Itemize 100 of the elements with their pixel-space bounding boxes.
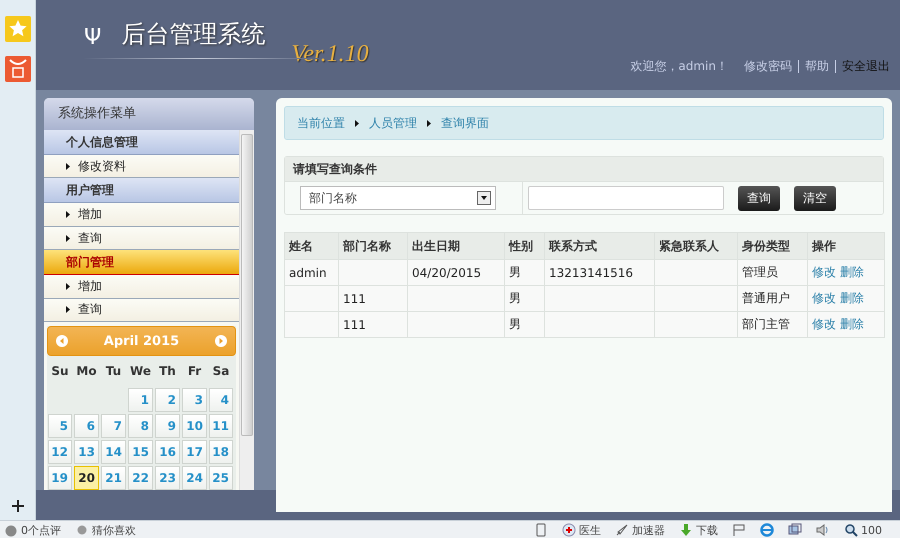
column-header: 姓名: [284, 232, 338, 260]
table-cell: 111: [338, 312, 408, 338]
triangle-icon: [66, 234, 70, 242]
table-cell: 普通用户: [738, 286, 808, 312]
table-cell: [338, 260, 408, 286]
search-field[interactable]: [528, 186, 724, 210]
triangle-icon: [66, 162, 70, 170]
status-label[interactable]: 100: [861, 524, 882, 536]
table-cell: 男: [504, 286, 544, 312]
column-header: 操作: [808, 232, 884, 260]
action-link[interactable]: 删除: [840, 265, 864, 279]
speaker-icon[interactable]: [816, 523, 830, 537]
zoom-icon[interactable]: [844, 523, 858, 537]
table-cell: [284, 312, 338, 338]
calendar-day[interactable]: 10: [182, 414, 207, 438]
menu-group[interactable]: 用户管理: [44, 178, 239, 204]
table-cell: 男: [504, 260, 544, 286]
calendar-day[interactable]: 21: [101, 466, 126, 490]
status-label[interactable]: 猜你喜欢: [92, 522, 136, 538]
weekday-label: Tu: [104, 363, 122, 380]
status-label[interactable]: 加速器: [632, 522, 665, 538]
action-link[interactable]: 删除: [840, 317, 864, 331]
header-link[interactable]: 帮助: [805, 58, 829, 75]
calendar-day[interactable]: 4: [209, 388, 233, 412]
menu-item[interactable]: 查询: [44, 226, 239, 250]
query-button[interactable]: 清空: [794, 186, 836, 210]
calendar-day[interactable]: 7: [101, 414, 126, 438]
calendar-title: April 2015: [104, 334, 180, 349]
logo-glyph: Ψ: [84, 25, 102, 50]
phone-icon[interactable]: [534, 523, 548, 537]
calendar-day[interactable]: 16: [155, 440, 180, 464]
calendar-day[interactable]: 20: [74, 466, 99, 490]
calendar-day[interactable]: 8: [128, 414, 153, 438]
scrollbar[interactable]: [239, 130, 254, 490]
calendar-day[interactable]: 18: [209, 440, 233, 464]
header-link[interactable]: 安全退出: [842, 58, 890, 75]
triangle-icon: [66, 306, 70, 314]
shopping-bag-icon[interactable]: [4, 56, 30, 82]
table-cell: 13213141516: [544, 260, 654, 286]
calendar-day[interactable]: 5: [48, 414, 72, 438]
triangle-icon: [66, 282, 70, 290]
flag-icon[interactable]: [732, 523, 746, 537]
breadcrumb-link[interactable]: 当前位置: [297, 114, 345, 132]
triangle-icon: [66, 211, 70, 218]
calendar-day[interactable]: 19: [48, 466, 72, 490]
weekday-label: We: [129, 363, 152, 380]
table-cell: 男: [504, 312, 544, 338]
add-icon[interactable]: [12, 500, 24, 512]
action-link[interactable]: 修改: [812, 317, 836, 331]
menu-item[interactable]: 增加: [44, 203, 239, 227]
status-label[interactable]: 下载: [696, 522, 718, 538]
next-icon[interactable]: [215, 335, 227, 348]
menu-group[interactable]: 个人信息管理: [44, 130, 239, 155]
calendar-day[interactable]: 2: [155, 388, 180, 412]
app-title: 后台管理系统: [121, 19, 266, 50]
download-icon[interactable]: [679, 523, 693, 537]
header-link[interactable]: 修改密码: [744, 58, 792, 75]
calendar-day[interactable]: 12: [48, 440, 72, 464]
previous-icon[interactable]: [56, 335, 68, 348]
doctor-icon[interactable]: [562, 523, 576, 537]
breadcrumb-link[interactable]: 人员管理: [369, 114, 417, 132]
calendar-day[interactable]: 14: [101, 440, 126, 464]
status-label[interactable]: 0个点评: [21, 522, 61, 538]
weekday-label: Fr: [186, 363, 202, 380]
query-title: 请填写查询条件: [285, 157, 883, 182]
calendar-day[interactable]: 3: [182, 388, 207, 412]
weekday-label: Su: [50, 363, 70, 380]
calendar-day[interactable]: 24: [182, 466, 207, 490]
menu-item[interactable]: 修改资料: [44, 155, 239, 178]
triangle-icon: [355, 120, 359, 126]
calendar-day[interactable]: 23: [155, 466, 180, 490]
menu-title: 系统操作菜单: [44, 98, 254, 130]
action-link[interactable]: 修改: [812, 291, 836, 305]
triangle-icon: [427, 120, 431, 126]
dot-icon[interactable]: [75, 523, 89, 537]
calendar-day[interactable]: 6: [74, 414, 99, 438]
action-link[interactable]: 删除: [840, 291, 864, 305]
status-label[interactable]: 医生: [579, 522, 601, 538]
column-header: 紧急联系人: [654, 232, 738, 260]
calendar-day[interactable]: 13: [74, 440, 99, 464]
dropdown-icon: [477, 191, 491, 205]
calendar-day[interactable]: 17: [182, 440, 207, 464]
calendar-day[interactable]: 11: [209, 414, 233, 438]
calendar-day[interactable]: 9: [155, 414, 180, 438]
menu-group[interactable]: 部门管理: [44, 250, 239, 276]
weekday-label: Th: [158, 363, 177, 380]
column-header: 性别: [504, 232, 544, 260]
calendar-day[interactable]: 22: [128, 466, 153, 490]
column-header: 身份类型: [738, 232, 808, 260]
breadcrumb-link[interactable]: 查询界面: [441, 114, 489, 132]
menu-item[interactable]: 查询: [44, 298, 239, 322]
welcome-text: 欢迎您，admin！: [630, 58, 728, 75]
action-link[interactable]: 修改: [812, 265, 836, 279]
weekday-label: Sa: [212, 363, 230, 380]
department-select[interactable]: 部门名称: [300, 186, 496, 210]
query-button[interactable]: 查询: [738, 186, 780, 210]
menu-item[interactable]: 增加: [44, 275, 239, 299]
calendar-day[interactable]: 15: [128, 440, 153, 464]
calendar-day[interactable]: 25: [209, 466, 233, 490]
calendar-day[interactable]: 1: [128, 388, 153, 412]
